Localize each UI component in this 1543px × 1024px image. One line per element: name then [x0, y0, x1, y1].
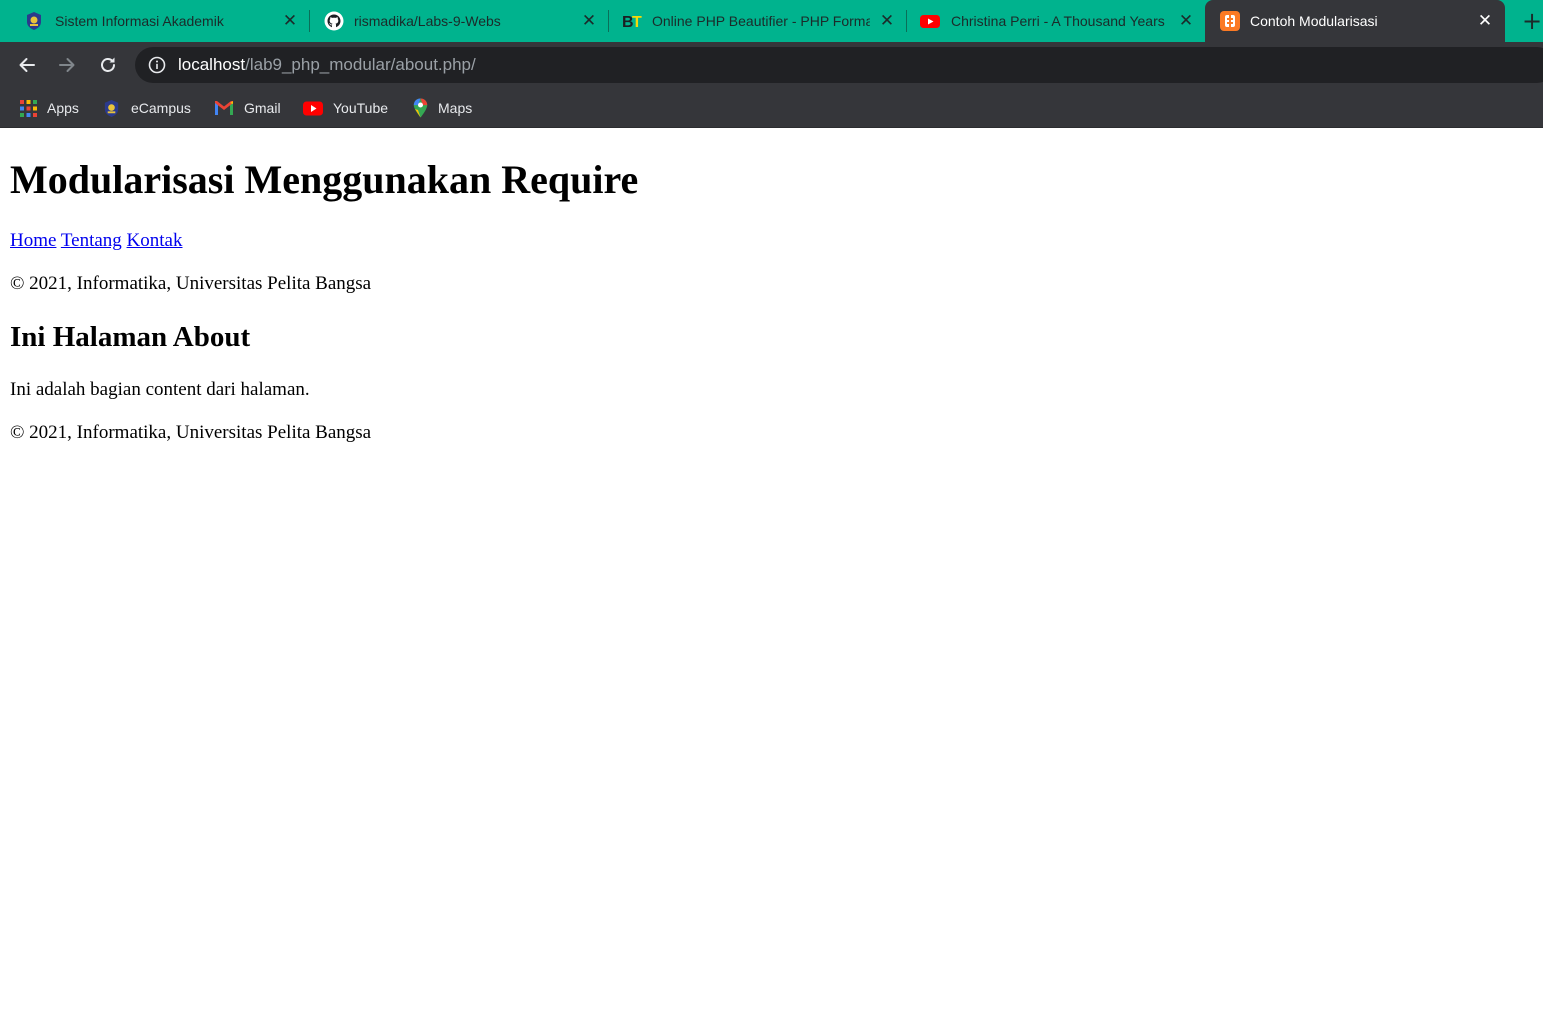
- maps-pin-icon: [413, 98, 428, 118]
- bookmark-youtube[interactable]: YouTube: [303, 96, 388, 120]
- tab-title: Online PHP Beautifier - PHP Formatter: [652, 13, 870, 29]
- tab-strip: Sistem Informasi Akademik ✕ rismadika/La…: [0, 0, 1543, 42]
- tab-sistem-informasi-akademik[interactable]: Sistem Informasi Akademik ✕: [0, 0, 306, 42]
- github-icon: [324, 11, 344, 31]
- tab-title: Christina Perri - A Thousand Years: [951, 13, 1165, 29]
- tab-contoh-modularisasi[interactable]: Contoh Modularisasi ✕: [1205, 0, 1505, 42]
- arrow-right-icon: [59, 58, 75, 72]
- tab-close-button[interactable]: ✕: [878, 12, 896, 30]
- page-heading: Modularisasi Menggunakan Require: [10, 157, 639, 202]
- gmail-icon: [215, 101, 233, 115]
- tab-github-labs[interactable]: rismadika/Labs-9-Webs ✕: [310, 0, 608, 42]
- section-heading: Ini Halaman About: [10, 321, 251, 353]
- tab-title: Contoh Modularisasi: [1250, 13, 1378, 29]
- bookmark-gmail[interactable]: Gmail: [214, 96, 281, 120]
- bookmark-ecampus[interactable]: eCampus: [102, 96, 191, 120]
- bookmarks-bar: Apps eCampus Gmail YouTube Maps: [0, 88, 1543, 128]
- content-paragraph: Ini adalah bagian content dari halaman.: [10, 379, 310, 400]
- arrow-left-icon: [19, 58, 35, 72]
- reload-button[interactable]: [94, 51, 122, 79]
- university-crest-icon: [27, 12, 41, 30]
- forward-button[interactable]: [53, 51, 81, 79]
- apps-grid-icon: [20, 99, 37, 117]
- bookmark-label: Maps: [438, 100, 473, 116]
- bt-logo-icon: B T: [622, 14, 642, 31]
- nav-link-tentang[interactable]: Tentang: [61, 230, 122, 251]
- reload-icon: [101, 57, 115, 72]
- tab-title: Sistem Informasi Akademik: [55, 13, 224, 29]
- university-crest-icon: [104, 99, 119, 117]
- site-nav: Home Tentang Kontak: [10, 230, 182, 252]
- tab-christina-perri[interactable]: Christina Perri - A Thousand Years ✕: [907, 0, 1204, 42]
- tab-close-button[interactable]: ✕: [580, 12, 598, 30]
- bookmark-apps[interactable]: Apps: [20, 96, 79, 120]
- bookmark-label: Gmail: [244, 100, 281, 116]
- xampp-icon: [1220, 11, 1240, 31]
- url-host: localhost: [178, 55, 246, 74]
- tab-close-button[interactable]: ✕: [1177, 12, 1195, 30]
- bookmark-label: Apps: [47, 100, 79, 116]
- youtube-icon: [303, 101, 323, 115]
- nav-link-kontak[interactable]: Kontak: [127, 230, 183, 251]
- bookmark-label: YouTube: [333, 100, 389, 116]
- bookmark-maps[interactable]: Maps: [413, 96, 472, 120]
- tab-title: rismadika/Labs-9-Webs: [354, 13, 501, 29]
- back-button[interactable]: [13, 51, 41, 79]
- info-icon[interactable]: [148, 56, 166, 74]
- url-path: /lab9_php_modular/about.php/: [245, 55, 476, 74]
- url-text[interactable]: localhost/lab9_php_modular/about.php/: [178, 55, 476, 75]
- youtube-icon: [920, 15, 940, 28]
- footer-copyright-top: © 2021, Informatika, Universitas Pelita …: [10, 273, 372, 294]
- svg-text:T: T: [632, 14, 642, 31]
- tab-close-button[interactable]: ✕: [281, 12, 299, 30]
- bookmark-label: eCampus: [131, 100, 191, 116]
- tab-close-button[interactable]: ✕: [1476, 12, 1494, 30]
- new-tab-button[interactable]: +: [1519, 8, 1543, 34]
- tab-php-beautifier[interactable]: B T Online PHP Beautifier - PHP Formatte…: [609, 0, 906, 42]
- nav-link-home[interactable]: Home: [10, 230, 56, 251]
- browser-toolbar: localhost/lab9_php_modular/about.php/: [0, 42, 1543, 88]
- footer-copyright-bottom: © 2021, Informatika, Universitas Pelita …: [10, 422, 372, 443]
- address-bar[interactable]: localhost/lab9_php_modular/about.php/: [135, 47, 1543, 83]
